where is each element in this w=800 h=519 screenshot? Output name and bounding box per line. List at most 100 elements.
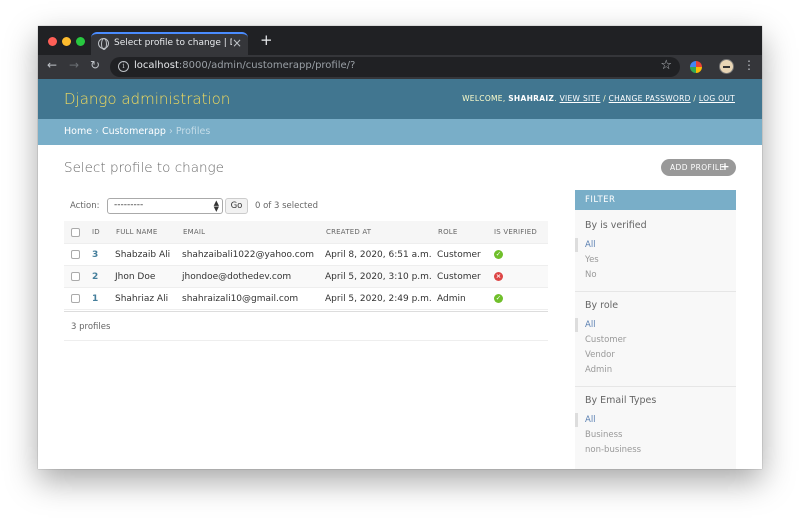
bookmark-star-icon[interactable]: ☆ xyxy=(660,58,672,73)
table-row: 2 Jhon Doe jhondoe@dothedev.com April 5,… xyxy=(64,266,548,288)
breadcrumb-sep: › xyxy=(95,126,99,137)
add-profile-button[interactable]: ADD PROFILE + xyxy=(661,159,736,176)
table-row: 3 Shabzaib Ali shahzaibali1022@yahoo.com… xyxy=(64,244,548,266)
select-all-checkbox[interactable] xyxy=(71,228,80,237)
filter-title: FILTER xyxy=(585,195,616,205)
row-created-at: April 5, 2020, 2:49 p.m. xyxy=(325,294,432,304)
row-full-name: Shabzaib Ali xyxy=(115,250,171,260)
browser-menu-icon[interactable]: ⋮ xyxy=(743,58,755,72)
forward-button[interactable]: → xyxy=(69,58,79,72)
page-title: Select profile to change xyxy=(64,160,224,176)
row-full-name: Shahriaz Ali xyxy=(115,294,169,304)
welcome-text: WELCOME, xyxy=(462,94,506,103)
breadcrumb-app[interactable]: Customerapp xyxy=(102,126,166,137)
globe-icon xyxy=(98,38,109,50)
profile-avatar-icon[interactable] xyxy=(719,59,734,74)
column-header-email[interactable]: EMAIL xyxy=(183,228,205,236)
filter-sidebar: FILTER By is verified All Yes No By role… xyxy=(575,190,736,469)
log-out-link[interactable]: LOG OUT xyxy=(699,94,735,103)
browser-window: Select profile to change | Django × + ← … xyxy=(38,26,762,469)
user-tools-sep: / xyxy=(603,94,606,103)
row-email: shahzaibali1022@yahoo.com xyxy=(182,250,314,260)
filter-option-vendor[interactable]: Vendor xyxy=(585,350,615,360)
minimize-window-button[interactable] xyxy=(62,37,71,46)
browser-toolbar: ← → ↻ i localhost:8000/admin/customerapp… xyxy=(38,55,762,79)
row-role: Customer xyxy=(437,250,481,260)
verified-yes-icon: ✓ xyxy=(494,294,503,303)
reload-button[interactable]: ↻ xyxy=(90,58,100,72)
tab-bar: Select profile to change | Django × + xyxy=(38,26,762,55)
filter-group-title: By Email Types xyxy=(585,395,657,406)
filter-option-admin[interactable]: Admin xyxy=(585,365,612,375)
user-tools-sep: / xyxy=(693,94,697,103)
breadcrumb-home[interactable]: Home xyxy=(64,126,92,137)
row-created-at: April 5, 2020, 3:10 p.m. xyxy=(325,272,432,282)
row-checkbox[interactable] xyxy=(71,272,80,281)
address-bar[interactable]: i localhost:8000/admin/customerapp/profi… xyxy=(110,57,680,77)
row-role: Customer xyxy=(437,272,481,282)
url-path: :8000/admin/customerapp/profile/? xyxy=(178,60,356,71)
filter-header: FILTER xyxy=(575,190,736,210)
filter-group-title: By role xyxy=(585,300,619,311)
filter-selected-marker xyxy=(575,413,578,427)
site-branding[interactable]: Django administration xyxy=(64,90,230,108)
result-count: 3 profiles xyxy=(71,322,111,332)
info-icon[interactable]: i xyxy=(118,61,129,72)
filter-divider xyxy=(575,386,736,387)
tab-close-icon[interactable]: × xyxy=(232,36,242,50)
row-role: Admin xyxy=(437,294,466,304)
filter-divider xyxy=(575,291,736,292)
new-tab-button[interactable]: + xyxy=(260,31,273,49)
row-checkbox[interactable] xyxy=(71,294,80,303)
table-header: ID FULL NAME EMAIL CREATED AT ROLE IS VE… xyxy=(64,221,548,244)
admin-header: Django administration WELCOME, SHAHRAIZ.… xyxy=(38,79,762,119)
action-label: Action: xyxy=(70,201,100,211)
filter-option-all[interactable]: All xyxy=(585,415,596,425)
select-arrows-icon: ▲ ▼ xyxy=(213,199,219,213)
filter-option-non-business[interactable]: non-business xyxy=(585,445,641,455)
verified-no-icon: × xyxy=(494,272,503,281)
paginator: 3 profiles xyxy=(64,311,548,341)
user-tools: WELCOME, SHAHRAIZ. VIEW SITE / CHANGE PA… xyxy=(462,94,735,103)
add-profile-label: ADD PROFILE xyxy=(670,163,725,172)
breadcrumb: Home › Customerapp › Profiles xyxy=(38,119,762,145)
filter-option-all[interactable]: All xyxy=(585,320,596,330)
maximize-window-button[interactable] xyxy=(76,37,85,46)
column-header-full-name[interactable]: FULL NAME xyxy=(116,228,157,236)
column-header-role[interactable]: ROLE xyxy=(438,228,458,236)
filter-option-business[interactable]: Business xyxy=(585,430,622,440)
username: SHAHRAIZ xyxy=(508,94,555,103)
filter-option-yes[interactable]: Yes xyxy=(585,255,599,265)
filter-selected-marker xyxy=(575,318,578,332)
verified-yes-icon: ✓ xyxy=(494,250,503,259)
view-site-link[interactable]: VIEW SITE xyxy=(560,94,601,103)
go-button[interactable]: Go xyxy=(225,198,248,214)
column-header-id[interactable]: ID xyxy=(92,228,100,236)
filter-option-all[interactable]: All xyxy=(585,240,596,250)
browser-tab[interactable]: Select profile to change | Django × xyxy=(91,32,248,55)
selected-count: 0 of 3 selected xyxy=(255,201,318,211)
filter-option-no[interactable]: No xyxy=(585,270,597,280)
row-created-at: April 8, 2020, 6:51 a.m. xyxy=(325,250,432,260)
row-id-link[interactable]: 3 xyxy=(92,250,98,260)
close-window-button[interactable] xyxy=(48,37,57,46)
change-password-link[interactable]: CHANGE PASSWORD xyxy=(609,94,691,103)
action-select[interactable]: --------- ▲ ▼ xyxy=(107,198,223,214)
column-header-is-verified[interactable]: IS VERIFIED xyxy=(494,228,537,236)
row-email: jhondoe@dothedev.com xyxy=(182,272,292,282)
row-full-name: Jhon Doe xyxy=(115,272,156,282)
filter-selected-marker xyxy=(575,238,578,252)
filter-group-title: By is verified xyxy=(585,220,647,231)
plus-icon: + xyxy=(720,160,730,173)
tab-title: Select profile to change | Django xyxy=(114,38,232,48)
filter-option-customer[interactable]: Customer xyxy=(585,335,626,345)
extension-icon[interactable] xyxy=(690,61,702,73)
row-id-link[interactable]: 2 xyxy=(92,272,98,282)
row-email: shahraizali10@gmail.com xyxy=(182,294,299,304)
row-id-link[interactable]: 1 xyxy=(92,294,98,304)
url-host: localhost xyxy=(134,60,179,71)
row-checkbox[interactable] xyxy=(71,250,80,259)
back-button[interactable]: ← xyxy=(47,58,57,72)
url-text[interactable]: localhost:8000/admin/customerapp/profile… xyxy=(134,60,355,71)
column-header-created-at[interactable]: CREATED AT xyxy=(326,228,371,236)
